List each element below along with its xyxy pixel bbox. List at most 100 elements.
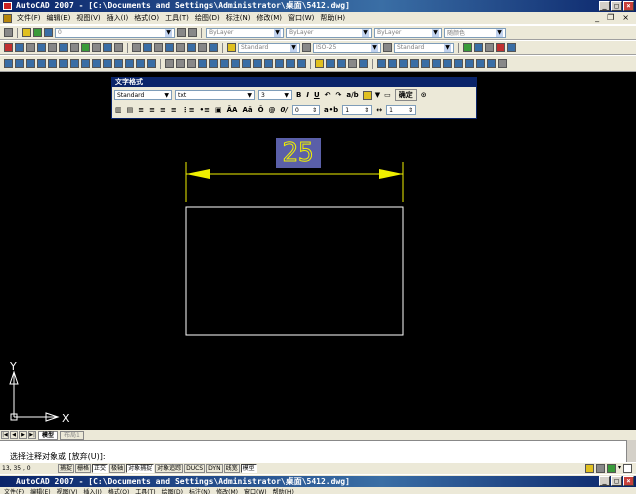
- ellipse-icon[interactable]: [81, 43, 90, 52]
- sw-iso-view-icon[interactable]: [264, 59, 273, 68]
- redo-icon[interactable]: ↷: [335, 91, 343, 99]
- text-style-combo[interactable]: Standard ▼: [238, 42, 300, 53]
- dim-style-icon[interactable]: [302, 43, 311, 52]
- spline-icon[interactable]: [70, 43, 79, 52]
- menu-format[interactable]: 格式(O): [131, 13, 162, 23]
- insert-block-icon[interactable]: [315, 59, 324, 68]
- quick-dim-icon[interactable]: [92, 59, 101, 68]
- top-view-icon[interactable]: [198, 59, 207, 68]
- width-factor-input[interactable]: 1 ⇕: [386, 105, 417, 115]
- layer-freeze-icon[interactable]: [33, 28, 42, 37]
- text-height-select[interactable]: 3 ▼: [258, 90, 292, 100]
- menu-dimension[interactable]: 标注(N): [223, 13, 254, 23]
- tracking-input[interactable]: 1 ⇕: [342, 105, 373, 115]
- stack-icon[interactable]: a/b: [345, 91, 359, 99]
- center-mark-icon[interactable]: [147, 59, 156, 68]
- line-icon[interactable]: [4, 43, 13, 52]
- coordinate-readout[interactable]: 13, 35 , 0: [0, 465, 58, 472]
- dim-text[interactable]: 25: [282, 138, 314, 169]
- color-combo[interactable]: ByLayer ▼: [206, 27, 284, 38]
- layer-lock-icon[interactable]: [44, 28, 53, 37]
- columns-icon[interactable]: ▥: [114, 106, 123, 114]
- insert-field-icon[interactable]: ▣: [214, 106, 223, 114]
- right-view-icon[interactable]: [231, 59, 240, 68]
- aligned-dim-icon[interactable]: [15, 59, 24, 68]
- dyn-toggle[interactable]: DYN: [206, 464, 223, 473]
- menu-view[interactable]: 视图(V): [57, 487, 78, 494]
- circle-icon[interactable]: [59, 43, 68, 52]
- menu-insert[interactable]: 插入(I): [104, 13, 132, 23]
- jogged-dim-icon[interactable]: [59, 59, 68, 68]
- menu-edit[interactable]: 编辑(E): [30, 487, 50, 494]
- next-tab-icon[interactable]: ▶: [19, 431, 27, 439]
- pyramid-icon[interactable]: [443, 59, 452, 68]
- width-factor-icon[interactable]: ↔: [375, 106, 383, 114]
- lowercase-icon[interactable]: Aā: [241, 106, 253, 114]
- tab-layout1[interactable]: 布局1: [60, 430, 84, 440]
- move-icon[interactable]: [187, 43, 196, 52]
- prev-tab-icon[interactable]: ◀: [10, 431, 18, 439]
- ucs-origin-icon[interactable]: [359, 59, 368, 68]
- back-view-icon[interactable]: [253, 59, 262, 68]
- communication-center-icon[interactable]: [584, 464, 594, 473]
- arc-length-dim-icon[interactable]: [26, 59, 35, 68]
- polygon-icon[interactable]: [26, 43, 35, 52]
- wedge-icon[interactable]: [388, 59, 397, 68]
- menu-dimension[interactable]: 标注(N): [189, 487, 210, 494]
- erase-icon[interactable]: [132, 43, 141, 52]
- diameter-dim-icon[interactable]: [70, 59, 79, 68]
- align-left-icon[interactable]: ≡: [148, 106, 156, 114]
- menu-modify[interactable]: 修改(M): [216, 487, 238, 494]
- zoom-window-icon[interactable]: [485, 43, 494, 52]
- left-view-icon[interactable]: [220, 59, 229, 68]
- ok-button[interactable]: 确定: [394, 89, 417, 101]
- menu-tools[interactable]: 工具(T): [135, 487, 155, 494]
- minimize-button[interactable]: _: [599, 476, 610, 486]
- chevron-down-icon[interactable]: ▾: [618, 464, 621, 473]
- osnap-toggle[interactable]: 对象捕捉: [126, 464, 155, 473]
- tray-settings-icon[interactable]: [606, 464, 616, 473]
- drawing-area[interactable]: 25 Y X: [0, 72, 636, 430]
- lineweight-combo[interactable]: ByLayer ▼: [374, 27, 442, 38]
- linear-dim-icon[interactable]: [4, 59, 13, 68]
- layer-on-icon[interactable]: [22, 28, 31, 37]
- overline-icon[interactable]: Ō: [257, 106, 265, 114]
- last-tab-icon[interactable]: ▶|: [28, 431, 36, 439]
- mtext-justify-icon[interactable]: ▤: [126, 106, 135, 114]
- box-icon[interactable]: [377, 59, 386, 68]
- model-toggle[interactable]: 模型: [240, 464, 257, 473]
- pan-icon[interactable]: [463, 43, 472, 52]
- ucs-previous-icon[interactable]: [348, 59, 357, 68]
- align-right-icon[interactable]: ≡: [170, 106, 178, 114]
- named-views-icon[interactable]: [187, 59, 196, 68]
- italic-button[interactable]: I: [305, 91, 310, 99]
- ordinate-dim-icon[interactable]: [37, 59, 46, 68]
- text-style-select[interactable]: Standard ▼: [114, 90, 172, 100]
- layer-combo[interactable]: 0 ▼: [55, 27, 175, 38]
- radius-dim-icon[interactable]: [48, 59, 57, 68]
- maximize-button[interactable]: □: [611, 1, 622, 11]
- ne-iso-view-icon[interactable]: [286, 59, 295, 68]
- ucs-icon[interactable]: [326, 59, 335, 68]
- first-tab-icon[interactable]: |◀: [1, 431, 9, 439]
- mirror-icon[interactable]: [154, 43, 163, 52]
- text-style-icon[interactable]: [227, 43, 236, 52]
- ortho-toggle[interactable]: 正交: [92, 464, 109, 473]
- tolerance-icon[interactable]: [136, 59, 145, 68]
- lock-icon[interactable]: [595, 464, 605, 473]
- otrack-toggle[interactable]: 对象追踪: [155, 464, 184, 473]
- menu-help[interactable]: 帮助(H): [317, 13, 348, 23]
- clean-screen-icon[interactable]: [623, 464, 632, 473]
- table-style-icon[interactable]: [383, 43, 392, 52]
- tracking-icon[interactable]: a•b: [323, 106, 339, 114]
- doc-close-button[interactable]: ×: [619, 13, 632, 22]
- sphere-icon[interactable]: [410, 59, 419, 68]
- drawn-rectangle[interactable]: [185, 206, 404, 336]
- document-icon[interactable]: [3, 13, 12, 23]
- menu-file[interactable]: 文件(F): [4, 487, 24, 494]
- menu-insert[interactable]: 插入(I): [83, 487, 101, 494]
- copy-icon[interactable]: [143, 43, 152, 52]
- command-prompt[interactable]: 选择注释对象或 [放弃(U)]:: [0, 451, 626, 462]
- ucs-world-icon[interactable]: [337, 59, 346, 68]
- leader-icon[interactable]: [125, 59, 134, 68]
